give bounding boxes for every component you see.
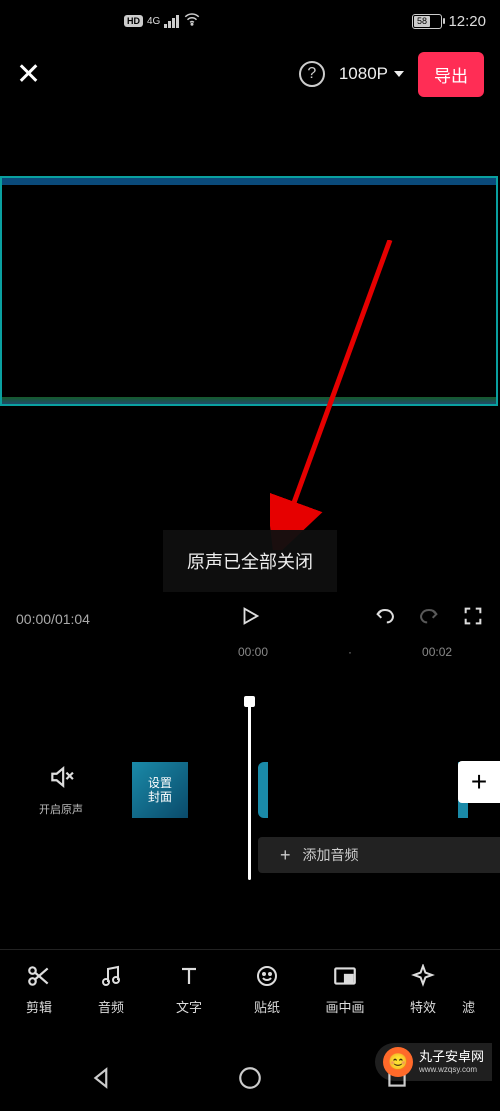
- timeline-row: 开启原声 设置 封面 +: [0, 755, 500, 825]
- timeline-ruler[interactable]: 00:00 · 00:02: [0, 645, 500, 659]
- tool-filter[interactable]: 滤: [462, 961, 498, 1016]
- tool-edit[interactable]: 剪辑: [6, 961, 72, 1016]
- resolution-label: 1080P: [339, 64, 388, 84]
- toolbar: 剪辑 音频 文字 贴纸 画中画 特效 滤: [0, 949, 500, 1027]
- battery-icon: 58: [412, 14, 442, 29]
- nav-back[interactable]: [90, 1065, 116, 1096]
- redo-button[interactable]: [418, 605, 440, 632]
- mute-toggle[interactable]: 开启原声: [30, 764, 92, 817]
- tool-audio[interactable]: 音频: [72, 961, 150, 1016]
- clock: 12:20: [448, 13, 486, 30]
- wifi-icon: [183, 10, 201, 32]
- toast-message: 原声已全部关闭: [163, 530, 337, 592]
- resolution-selector[interactable]: 1080P: [339, 64, 404, 84]
- status-right: 58 12:20: [412, 13, 486, 30]
- tool-pip[interactable]: 画中画: [306, 961, 384, 1016]
- mute-label: 开启原声: [30, 801, 92, 817]
- undo-button[interactable]: [374, 605, 396, 632]
- add-audio-button[interactable]: + 添加音频: [258, 837, 500, 873]
- nav-home[interactable]: [237, 1065, 263, 1096]
- video-clip[interactable]: [258, 762, 468, 818]
- playback-controls: 00:00/01:04: [0, 605, 500, 632]
- plus-icon: +: [280, 845, 291, 866]
- fullscreen-button[interactable]: [462, 605, 484, 632]
- watermark-logo-icon: 😊: [383, 1047, 413, 1077]
- status-left: HD 4G: [124, 10, 201, 32]
- video-preview[interactable]: [0, 176, 500, 406]
- signal-icon: [164, 15, 179, 28]
- add-clip-button[interactable]: +: [458, 761, 500, 803]
- add-audio-label: 添加音频: [303, 845, 359, 865]
- network-indicator: 4G: [147, 16, 160, 27]
- tool-sticker[interactable]: 贴纸: [228, 961, 306, 1016]
- play-button[interactable]: [239, 605, 261, 632]
- help-button[interactable]: ?: [299, 61, 325, 87]
- export-button[interactable]: 导出: [418, 52, 484, 97]
- close-button[interactable]: ✕: [16, 57, 41, 92]
- hd-indicator: HD: [124, 15, 143, 27]
- status-bar: HD 4G 58 12:20: [0, 0, 500, 42]
- chevron-down-icon: [394, 71, 404, 77]
- cover-button[interactable]: 设置 封面: [132, 762, 188, 818]
- tool-effects[interactable]: 特效: [384, 961, 462, 1016]
- preview-frame: [0, 176, 498, 406]
- top-bar: ✕ ? 1080P 导出: [0, 42, 500, 106]
- time-display: 00:00/01:04: [16, 611, 90, 627]
- watermark: 😊 丸子安卓网 www.wzqsy.com: [375, 1043, 492, 1081]
- tool-text[interactable]: 文字: [150, 961, 228, 1016]
